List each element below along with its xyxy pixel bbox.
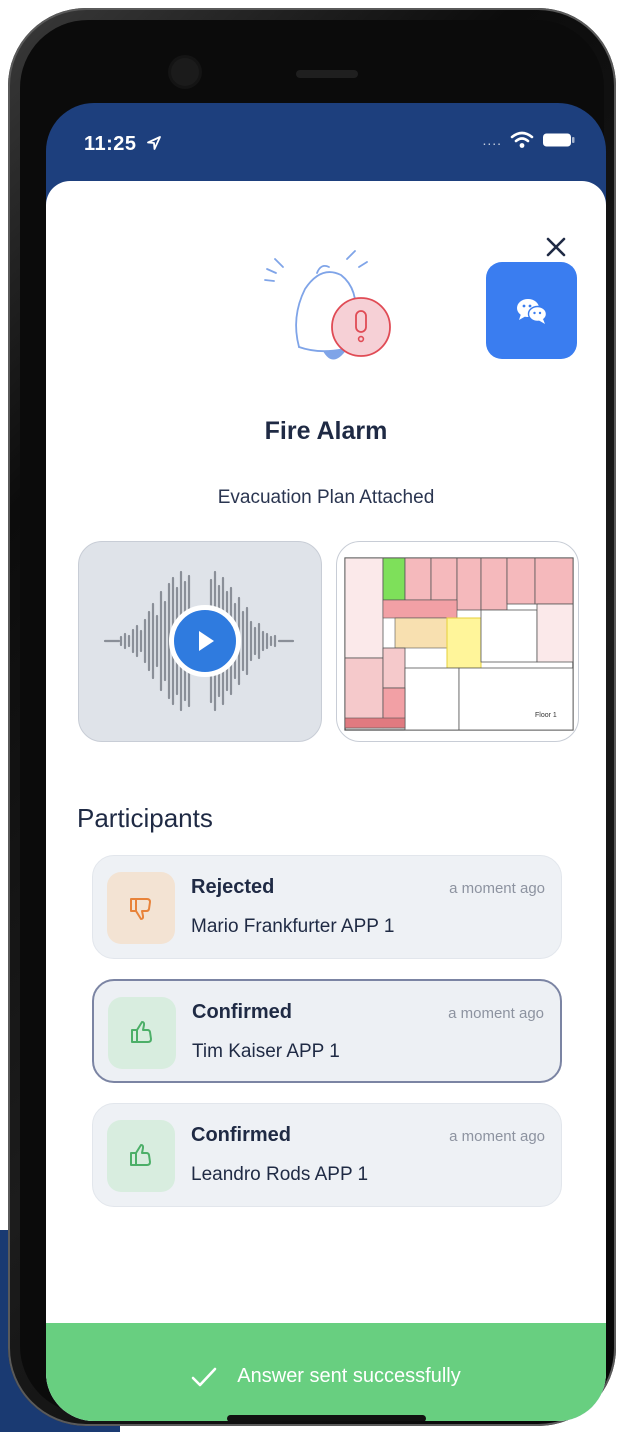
alert-card: Fire Alarm Evacuation Plan Attached Floo…: [46, 181, 606, 1421]
participant-status-badge: [107, 1120, 175, 1192]
participant-time: a moment ago: [448, 1005, 544, 1022]
battery-icon: [543, 133, 575, 147]
phone-screen: 11:25 .... Fire Alarm Evacuation Plan At…: [46, 103, 606, 1421]
checkmark-icon: [191, 1367, 217, 1386]
bell-alert-icon: [264, 250, 391, 360]
participant-time: a moment ago: [449, 880, 545, 897]
participant-name: Tim Kaiser APP 1: [192, 1041, 340, 1062]
play-icon: [199, 631, 214, 651]
status-bar: 11:25 ....: [46, 103, 606, 183]
participant-name: Mario Frankfurter APP 1: [191, 916, 395, 937]
plan-floor-label: Floor 1: [535, 712, 557, 719]
thumbs-up-icon: [131, 1021, 152, 1043]
thumbs-down-icon: [130, 898, 151, 920]
participants-heading: Participants: [77, 803, 213, 833]
chat-bubbles-icon: [516, 298, 547, 324]
participant-item[interactable]: Confirmed Tim Kaiser APP 1 a moment ago: [92, 979, 562, 1083]
cellular-signal: ....: [482, 132, 502, 148]
front-camera: [171, 58, 199, 86]
thumbs-up-icon: [130, 1144, 151, 1166]
participant-time: a moment ago: [449, 1128, 545, 1145]
status-time: 11:25: [84, 133, 137, 155]
participant-status: Rejected: [191, 876, 275, 898]
status-time-wrap: 11:25: [84, 133, 162, 156]
participant-status: Confirmed: [192, 1001, 292, 1023]
participant-status-badge: [108, 997, 176, 1069]
play-button[interactable]: [169, 605, 241, 677]
alert-title: Fire Alarm: [264, 417, 388, 445]
phone-frame: 11:25 .... Fire Alarm Evacuation Plan At…: [8, 8, 616, 1426]
chat-button[interactable]: [486, 262, 577, 359]
wifi-icon: [510, 131, 534, 148]
location-arrow-icon: [146, 136, 161, 150]
close-button[interactable]: [540, 231, 572, 263]
participant-status: Confirmed: [191, 1124, 291, 1146]
participant-name: Leandro Rods APP 1: [191, 1164, 369, 1185]
status-indicators: ....: [482, 131, 576, 149]
success-toast: Answer sent successfully: [46, 1323, 606, 1421]
earpiece-speaker: [296, 70, 358, 78]
alert-subtitle: Evacuation Plan Attached: [217, 487, 435, 508]
home-indicator[interactable]: [227, 1415, 426, 1421]
audio-attachment[interactable]: [78, 541, 322, 742]
toast-message: Answer sent successfully: [237, 1365, 461, 1387]
participant-item[interactable]: Rejected Mario Frankfurter APP 1 a momen…: [92, 855, 562, 959]
evacuation-plan-attachment[interactable]: Floor 1: [336, 541, 579, 742]
participant-status-badge: [107, 872, 175, 944]
participant-item[interactable]: Confirmed Leandro Rods APP 1 a moment ag…: [92, 1103, 562, 1207]
close-icon: [546, 237, 566, 257]
